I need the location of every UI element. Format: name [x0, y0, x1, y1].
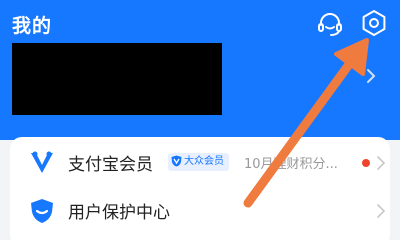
settings-icon[interactable] — [360, 9, 388, 37]
shield-icon — [28, 197, 56, 225]
profile-chevron-icon[interactable] — [364, 66, 378, 86]
membership-v-icon — [28, 149, 56, 177]
notification-dot — [362, 159, 370, 167]
list-item-user-protection[interactable]: 用户保护中心 — [10, 189, 390, 233]
badge-text: 大众会员 — [184, 156, 224, 167]
list-item-membership[interactable]: 支付宝会员 大众会员 10月理财积分... — [10, 141, 390, 185]
list-item-label: 用户保护中心 — [68, 203, 170, 223]
list-item-label: 支付宝会员 — [68, 155, 153, 175]
page-title: 我的 — [12, 15, 53, 37]
chevron-right-icon — [376, 202, 386, 220]
promo-text: 10月理财积分... — [244, 157, 338, 172]
header-bar: 我的 — [0, 0, 400, 140]
menu-card: 支付宝会员 大众会员 10月理财积分... 用户保护中心 — [10, 137, 390, 240]
chevron-right-icon — [376, 154, 386, 172]
badge-shield-icon — [171, 155, 182, 167]
profile-info-redacted[interactable] — [12, 43, 222, 115]
membership-badge: 大众会员 — [168, 153, 229, 171]
customer-service-icon[interactable] — [316, 10, 344, 38]
